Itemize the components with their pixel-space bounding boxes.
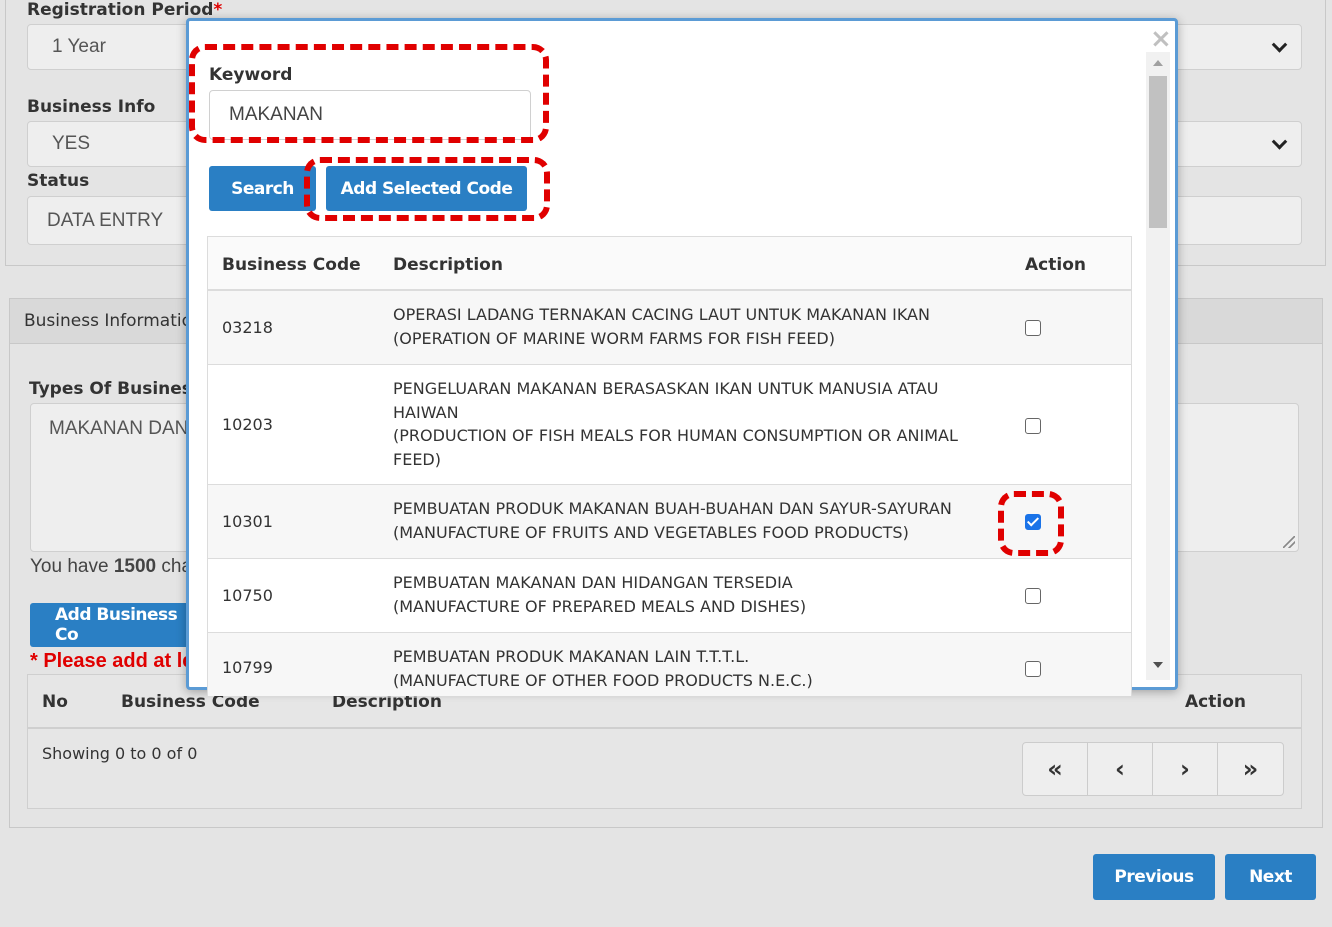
keyword-label: Keyword: [209, 65, 293, 85]
description-cell: OPERASI LADANG TERNAKAN CACING LAUT UNTU…: [393, 303, 973, 350]
description-line: (MANUFACTURE OF PREPARED MEALS AND DISHE…: [393, 596, 807, 616]
description-line: (PRODUCTION OF FISH MEALS FOR HUMAN CONS…: [393, 426, 958, 445]
prev-page-button[interactable]: ‹: [1088, 743, 1153, 795]
next-button[interactable]: Next: [1225, 854, 1316, 900]
description-line: OPERASI LADANG TERNAKAN CACING LAUT UNTU…: [393, 305, 930, 324]
character-counter: You have 1500 cha: [30, 556, 193, 577]
description-line: PEMBUATAN PRODUK MAKANAN LAIN T.T.T.L.: [393, 647, 750, 666]
first-page-button[interactable]: «: [1023, 743, 1088, 795]
col-action: Action: [1185, 692, 1246, 712]
showing-entries-text: Showing 0 to 0 of 0: [42, 744, 198, 763]
description-line: HAIWAN: [393, 402, 459, 422]
col-action: Action: [1025, 255, 1086, 275]
last-page-button[interactable]: »: [1218, 743, 1283, 795]
description-cell: PEMBUATAN PRODUK MAKANAN BUAH-BUAHAN DAN…: [393, 497, 973, 544]
table-row: 10301 PEMBUATAN PRODUK MAKANAN BUAH-BUAHA…: [208, 485, 1131, 559]
select-checkbox[interactable]: [1025, 588, 1041, 604]
required-warning: * Please add at le: [30, 650, 194, 672]
select-checkbox[interactable]: [1025, 418, 1041, 434]
description-cell: PENGELUARAN MAKANAN BERASASKAN IKAN UNTU…: [393, 377, 973, 471]
table-row: 10750 PEMBUATAN MAKANAN DAN HIDANGAN TERS…: [208, 559, 1131, 633]
results-table-header: Business Code Description Action: [208, 237, 1131, 291]
business-code-cell: 10750: [222, 586, 273, 605]
types-of-business-label: Types Of Business: [29, 379, 203, 399]
select-checkbox[interactable]: [1025, 320, 1041, 336]
select-checkbox[interactable]: [1025, 514, 1041, 530]
pagination: « ‹ › »: [1022, 742, 1284, 796]
business-code-cell: 10799: [222, 658, 273, 677]
previous-button[interactable]: Previous: [1093, 854, 1215, 900]
col-business-code: Business Code: [222, 255, 361, 275]
keyword-input[interactable]: [209, 90, 531, 140]
description-line: FEED): [393, 449, 441, 469]
scroll-up-arrow-icon[interactable]: [1153, 60, 1163, 66]
resize-handle-icon[interactable]: [1283, 536, 1295, 548]
business-code-cell: 03218: [222, 318, 273, 337]
description-line: PENGELUARAN MAKANAN BERASASKAN IKAN UNTU…: [393, 379, 939, 398]
table-header-divider: [27, 727, 1302, 729]
col-no: No: [42, 692, 68, 712]
table-row: 03218 OPERASI LADANG TERNAKAN CACING LAUT…: [208, 291, 1131, 365]
description-line: PEMBUATAN MAKANAN DAN HIDANGAN TERSEDIA: [393, 573, 793, 592]
table-row: 10799 PEMBUATAN PRODUK MAKANAN LAIN T.T.T…: [208, 633, 1131, 696]
next-page-button[interactable]: ›: [1153, 743, 1218, 795]
description-line: (MANUFACTURE OF FRUITS AND VEGETABLES FO…: [393, 522, 909, 542]
add-selected-code-button[interactable]: Add Selected Code: [326, 166, 527, 211]
select-checkbox[interactable]: [1025, 661, 1041, 677]
table-row: 10203 PENGELUARAN MAKANAN BERASASKAN IKAN…: [208, 365, 1131, 485]
add-business-code-button[interactable]: Add Business Co: [30, 603, 190, 647]
col-description: Description: [393, 255, 503, 275]
description-cell: PEMBUATAN MAKANAN DAN HIDANGAN TERSEDIA (…: [393, 571, 973, 618]
search-button[interactable]: Search: [209, 166, 316, 211]
description-cell: PEMBUATAN PRODUK MAKANAN LAIN T.T.T.L. (M…: [393, 645, 973, 692]
business-code-cell: 10301: [222, 512, 273, 531]
scroll-down-arrow-icon[interactable]: [1153, 662, 1163, 668]
description-line: (OPERATION OF MARINE WORM FARMS FOR FISH…: [393, 328, 835, 348]
search-results-table: Business Code Description Action 03218 OP…: [207, 236, 1132, 696]
close-icon[interactable]: ×: [1150, 24, 1172, 54]
description-line: (MANUFACTURE OF OTHER FOOD PRODUCTS N.E.…: [393, 670, 813, 690]
description-line: PEMBUATAN PRODUK MAKANAN BUAH-BUAHAN DAN…: [393, 499, 952, 518]
scrollbar-thumb[interactable]: [1149, 76, 1167, 228]
business-code-cell: 10203: [222, 415, 273, 434]
